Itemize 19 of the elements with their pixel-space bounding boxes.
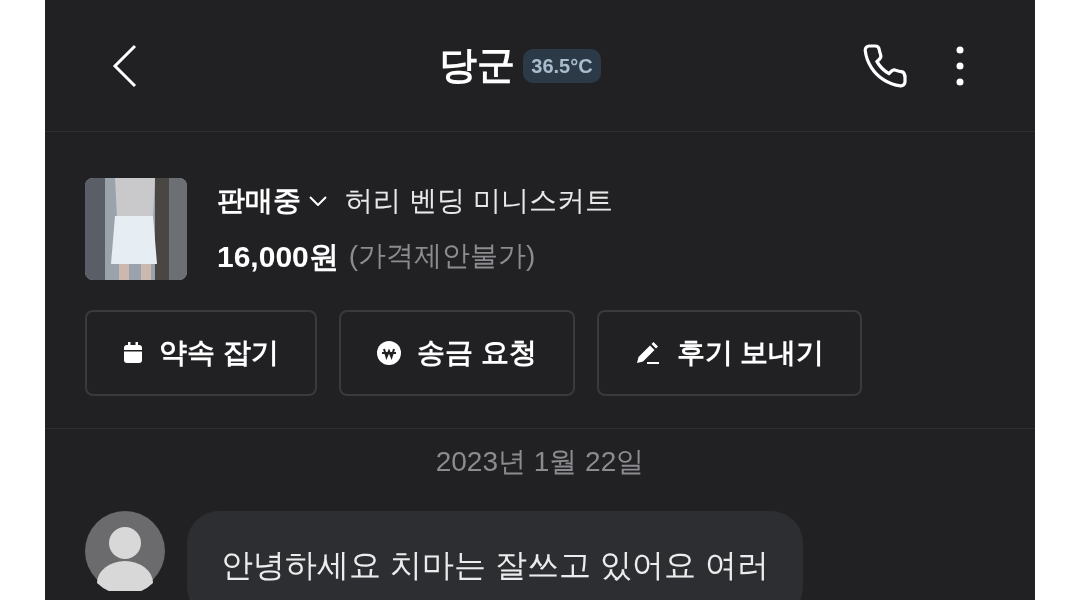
price-note: (가격제안불가) [348, 239, 536, 273]
chevron-down-icon [309, 195, 327, 206]
manner-temperature: 36.5°C [523, 48, 601, 83]
action-button[interactable]: 후기 보내기 [596, 310, 863, 396]
date-divider: 2023년 1월 22일 [435, 445, 645, 479]
message-bubble: 안녕하세요 치마는 잘쓰고 있어요 여러 [187, 511, 803, 600]
calendar-icon [123, 342, 143, 364]
avatar-icon [85, 511, 165, 591]
phone-icon [861, 41, 909, 90]
product-name: 허리 벤딩 미니스커트 [345, 183, 613, 218]
action-button[interactable]: 약속 잡기 [85, 310, 317, 396]
more-vertical-icon [956, 45, 964, 86]
product-price: 16,000원 [217, 238, 339, 275]
pencil-icon [634, 341, 661, 365]
won-coin-icon [376, 341, 401, 365]
sale-status-dropdown[interactable]: 판매중 [217, 179, 327, 222]
action-button[interactable]: 송금 요청 [338, 310, 575, 396]
chat-title: 당군 [439, 43, 516, 88]
back-chevron-icon [112, 43, 138, 88]
